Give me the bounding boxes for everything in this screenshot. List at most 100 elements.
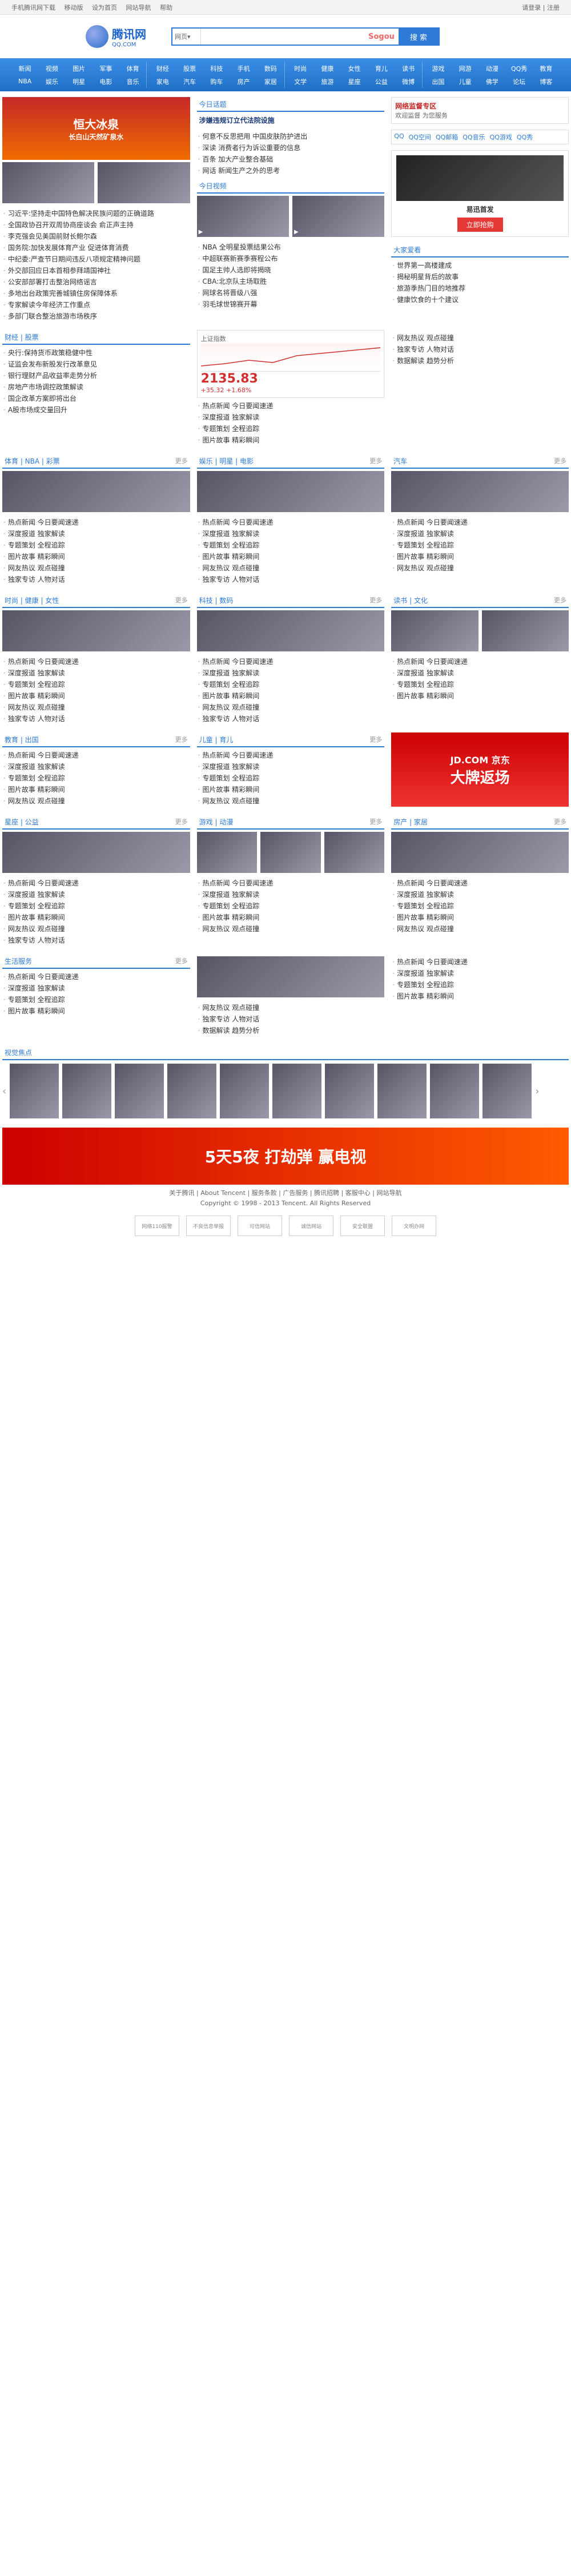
nav-item[interactable]: 新闻 (11, 64, 38, 73)
star-item[interactable]: 揭秘明星背后的故事 (392, 271, 568, 283)
section-title[interactable]: 读书 | 文化 (393, 595, 428, 605)
section-item[interactable]: 深度报道 独家解读 (3, 761, 189, 772)
section-item[interactable]: 深度报道 独家解读 (392, 667, 568, 679)
hengda-ad[interactable]: 恒大冰泉 长白山天然矿泉水 (2, 97, 190, 160)
news-item[interactable]: 公安部部署打击整治网络谣言 (3, 276, 189, 288)
gallery-photo[interactable] (430, 1064, 480, 1118)
nav-item[interactable]: 旅游 (314, 77, 341, 86)
nav-item[interactable]: 公益 (368, 77, 395, 86)
section-item[interactable]: 热点新闻 今日要闻速递 (3, 517, 189, 528)
news-item[interactable]: 国务院:加快发展体育产业 促进体育消费 (3, 242, 189, 253)
gallery-photo[interactable] (10, 1064, 59, 1118)
news-item[interactable]: 专家解读今年经济工作重点 (3, 299, 189, 311)
section-item[interactable]: 专题策划 全程追踪 (198, 540, 384, 551)
section-item[interactable]: 图片故事 精彩瞬间 (198, 912, 384, 923)
badge[interactable]: 可信网站 (238, 1215, 282, 1236)
section-item[interactable]: 网友热议 观点碰撞 (3, 562, 189, 574)
finance-item[interactable]: 银行理财产品收益率走势分析 (3, 370, 189, 381)
section-item[interactable]: 图片故事 精彩瞬间 (3, 690, 189, 702)
finance-item[interactable]: 专题策划 全程追踪 (198, 423, 384, 434)
nav-item[interactable]: QQ秀 (506, 64, 533, 73)
qq-tab[interactable]: QQ秀 (517, 132, 533, 142)
section-item[interactable]: 热点新闻 今日要闻速递 (198, 656, 384, 667)
section-item[interactable]: 专题策划 全程追踪 (3, 900, 189, 912)
section-title[interactable]: 体育 | NBA | 彩票 (5, 456, 60, 466)
photo-thumb[interactable] (98, 162, 190, 203)
finance-item[interactable]: A股市场成交量回升 (3, 404, 189, 416)
more-link[interactable]: 更多 (175, 956, 188, 965)
qq-tab[interactable]: QQ (394, 132, 404, 142)
section-item[interactable]: 独家专访 人物对话 (3, 574, 189, 585)
section-title[interactable]: 房产 | 家居 (393, 817, 428, 827)
nav-item[interactable]: 女性 (341, 64, 368, 73)
section-item[interactable]: 专题策划 全程追踪 (392, 979, 568, 991)
gallery-photo[interactable] (220, 1064, 270, 1118)
section-item[interactable]: 网友热议 观点碰撞 (3, 702, 189, 713)
gallery-photo[interactable] (377, 1064, 427, 1118)
news-item[interactable]: 多部门联合整治旅游市场秩序 (3, 311, 189, 322)
nav-item[interactable]: 科技 (203, 64, 230, 73)
section-item[interactable]: 深度报道 独家解读 (392, 889, 568, 900)
section-item[interactable]: 网友热议 观点碰撞 (198, 702, 384, 713)
badge[interactable]: 诚信网站 (289, 1215, 333, 1236)
section-item[interactable]: 网友热议 观点碰撞 (392, 923, 568, 935)
topbar-link-nav[interactable]: 网站导航 (126, 4, 151, 11)
search-button[interactable]: 搜 索 (399, 29, 439, 45)
gallery-next-icon[interactable]: › (535, 1085, 539, 1097)
nav-item[interactable]: 财经 (149, 64, 176, 73)
section-photo[interactable] (196, 832, 258, 873)
nav-item[interactable]: 电影 (93, 77, 119, 86)
section-item[interactable]: 独家专访 人物对话 (3, 935, 189, 946)
section-item[interactable]: 深度报道 独家解读 (198, 889, 384, 900)
section-photo[interactable] (196, 471, 385, 512)
jd-ad[interactable]: JD.COM 京东 大牌返场 (391, 732, 569, 809)
gallery-photo[interactable] (272, 1064, 322, 1118)
section-item[interactable]: 专题策划 全程追踪 (392, 540, 568, 551)
section-item[interactable]: 数据解读 趋势分析 (198, 1025, 384, 1036)
headline-item[interactable]: 百条 加大产业整合基础 (198, 154, 384, 165)
nav-item[interactable]: NBA (11, 78, 38, 85)
search-type-select[interactable]: 网页 ▾ (172, 29, 201, 45)
topbar-link-home[interactable]: 设为首页 (92, 4, 117, 11)
section-item[interactable]: 图片故事 精彩瞬间 (392, 912, 568, 923)
news-item[interactable]: 李克强会见美国前财长鲍尔森 (3, 231, 189, 242)
section-item[interactable]: 网友热议 观点碰撞 (198, 562, 384, 574)
section-item[interactable]: 专题策划 全程追踪 (3, 679, 189, 690)
side-item[interactable]: 独家专访 人物对话 (392, 344, 568, 355)
section-item[interactable]: 专题策划 全程追踪 (3, 772, 189, 784)
more-link[interactable]: 更多 (175, 456, 188, 465)
section-item[interactable]: 深度报道 独家解读 (3, 528, 189, 540)
more-link[interactable]: 更多 (554, 595, 566, 605)
section-item[interactable]: 热点新闻 今日要闻速递 (198, 878, 384, 889)
jd-banner[interactable]: JD.COM 京东 大牌返场 (391, 732, 569, 807)
nav-item[interactable]: 佛学 (478, 77, 505, 86)
nav-item[interactable]: 视频 (38, 64, 65, 73)
headline-item[interactable]: 何意不反思把用 中国皮肤防护进出 (198, 131, 384, 142)
section-photo[interactable] (2, 832, 190, 873)
section-item[interactable]: 热点新闻 今日要闻速递 (198, 517, 384, 528)
nav-item[interactable]: 家电 (149, 77, 176, 86)
section-item[interactable]: 图片故事 精彩瞬间 (198, 784, 384, 795)
section-item[interactable]: 图片故事 精彩瞬间 (3, 1005, 189, 1017)
nav-item[interactable]: 体育 (119, 64, 146, 73)
section-item[interactable]: 网友热议 观点碰撞 (392, 562, 568, 574)
nav-item[interactable]: 论坛 (506, 77, 533, 86)
section-item[interactable]: 网友热议 观点碰撞 (3, 923, 189, 935)
sports-item[interactable]: CBA:北京队主场取胜 (198, 276, 384, 287)
sports-item[interactable]: 国足主帅人选即将揭晓 (198, 264, 384, 276)
section-photo[interactable] (196, 610, 385, 651)
video-thumb[interactable]: ▶ (292, 196, 385, 237)
nav-item[interactable]: 股票 (176, 64, 203, 73)
nav-item[interactable]: 汽车 (176, 77, 203, 86)
section-title[interactable]: 儿童 | 育儿 (199, 735, 234, 744)
section-title[interactable]: 教育 | 出国 (5, 735, 39, 744)
section-photo[interactable] (260, 832, 321, 873)
nav-item[interactable]: 时尚 (287, 64, 314, 73)
section-item[interactable]: 图片故事 精彩瞬间 (198, 551, 384, 562)
more-link[interactable]: 更多 (175, 595, 188, 605)
section-item[interactable]: 深度报道 独家解读 (198, 761, 384, 772)
nav-item[interactable]: 购车 (203, 77, 230, 86)
star-item[interactable]: 旅游季热门目的地推荐 (392, 283, 568, 294)
nav-item[interactable]: 儿童 (452, 77, 478, 86)
section-item[interactable]: 图片故事 精彩瞬间 (392, 690, 568, 702)
